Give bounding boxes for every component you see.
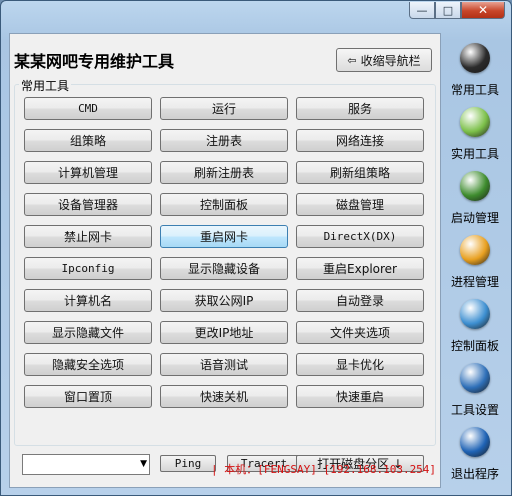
collapse-nav-button[interactable]: ⇦ 收缩导航栏: [336, 48, 432, 72]
tool-button[interactable]: CMD: [24, 97, 152, 120]
tool-button[interactable]: 网络连接: [296, 129, 424, 152]
main-panel: 某某网吧专用维护工具 ⇦ 收缩导航栏 常用工具 CMD 运行 服务组策略 注册表 网络连…: [9, 33, 441, 488]
sidebar-item[interactable]: 常用工具: [447, 41, 503, 105]
sidebar-item[interactable]: 控制面板: [447, 297, 503, 361]
chevron-down-icon[interactable]: ▼: [140, 459, 147, 469]
sidebar-item-label: 退出程序: [450, 467, 499, 481]
app-title: 某某网吧专用维护工具: [14, 52, 175, 71]
app-window: — □ ✕ 某某网吧专用维护工具 ⇦ 收缩导航栏 常用工具 CMD 运行 服务组策略…: [0, 0, 512, 496]
tool-button[interactable]: 窗口置顶: [24, 385, 152, 408]
usage-icon: [460, 43, 490, 73]
sidebar-item-label: 启动管理: [450, 211, 499, 225]
tool-button[interactable]: 重启网卡: [160, 225, 288, 248]
sidebar-item[interactable]: 进程管理: [447, 233, 503, 297]
tool-button[interactable]: 计算机名: [24, 289, 152, 312]
exit-icon: [460, 427, 490, 457]
process-icon: [460, 235, 490, 265]
minimize-button[interactable]: —: [409, 2, 435, 19]
sidebar-item-label: 工具设置: [450, 403, 499, 417]
sidebar-item-label: 控制面板: [450, 339, 499, 353]
arrow-left-icon: ⇦: [347, 53, 357, 67]
tool-button[interactable]: 刷新组策略: [296, 161, 424, 184]
close-button[interactable]: ✕: [461, 2, 505, 19]
window-controls: — □ ✕: [409, 2, 505, 19]
control-panel-icon: [460, 299, 490, 329]
tool-button[interactable]: 运行: [160, 97, 288, 120]
tool-button[interactable]: 文件夹选项: [296, 321, 424, 344]
tool-button[interactable]: 更改IP地址: [160, 321, 288, 344]
maximize-button[interactable]: □: [435, 2, 461, 19]
tool-button[interactable]: 组策略: [24, 129, 152, 152]
status-text: | 本机：[FENGSAY] [192.168.103.254]: [211, 463, 437, 476]
collapse-nav-label: 收缩导航栏: [360, 53, 421, 68]
sidebar-item[interactable]: 退出程序: [447, 425, 503, 489]
tool-button[interactable]: 快速关机: [160, 385, 288, 408]
sidebar-item[interactable]: 工具设置: [447, 361, 503, 425]
host-combo[interactable]: ▼: [22, 454, 150, 475]
sidebar-item[interactable]: 实用工具: [447, 105, 503, 169]
tool-button[interactable]: Ipconfig: [24, 257, 152, 280]
tool-button[interactable]: 磁盘管理: [296, 193, 424, 216]
startup-icon: [460, 171, 490, 201]
tool-button[interactable]: 快速重启: [296, 385, 424, 408]
tool-button[interactable]: 刷新注册表: [160, 161, 288, 184]
tool-button[interactable]: 注册表: [160, 129, 288, 152]
tool-button[interactable]: 控制面板: [160, 193, 288, 216]
tool-button[interactable]: 隐藏安全选项: [24, 353, 152, 376]
tool-button[interactable]: 服务: [296, 97, 424, 120]
tool-button[interactable]: 显卡优化: [296, 353, 424, 376]
sidebar-item-label: 进程管理: [450, 275, 499, 289]
tool-button[interactable]: DirectX(DX): [296, 225, 424, 248]
settings-icon: [460, 363, 490, 393]
ping-button[interactable]: Ping: [160, 455, 216, 472]
tools-icon: [460, 107, 490, 137]
tool-button[interactable]: 设备管理器: [24, 193, 152, 216]
tool-button[interactable]: 自动登录: [296, 289, 424, 312]
tool-button[interactable]: 获取公网IP: [160, 289, 288, 312]
sidebar-item[interactable]: 启动管理: [447, 169, 503, 233]
sidebar-item-label: 实用工具: [450, 147, 499, 161]
sidebar-item-label: 常用工具: [450, 83, 499, 97]
tool-button[interactable]: 重启Explorer: [296, 257, 424, 280]
tool-button[interactable]: 计算机管理: [24, 161, 152, 184]
tool-button[interactable]: 禁止网卡: [24, 225, 152, 248]
tool-button[interactable]: 显示隐藏文件: [24, 321, 152, 344]
tool-button[interactable]: 显示隐藏设备: [160, 257, 288, 280]
group-label: 常用工具: [19, 77, 72, 94]
tool-button[interactable]: 语音测试: [160, 353, 288, 376]
title-bar: — □ ✕: [1, 1, 511, 23]
